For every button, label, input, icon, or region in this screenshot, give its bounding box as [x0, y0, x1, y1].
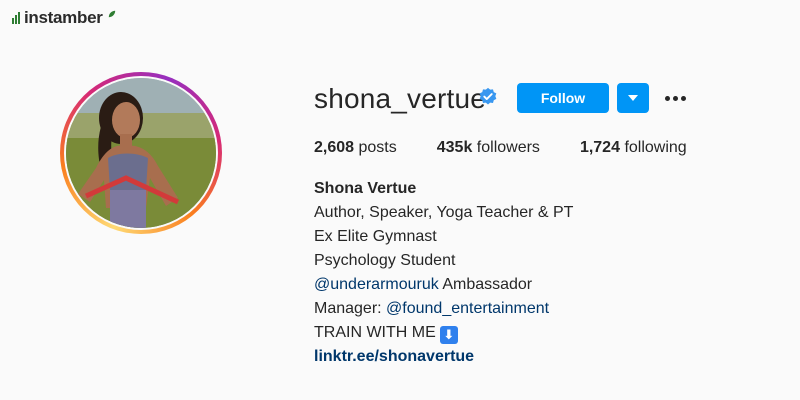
bio-line: TRAIN WITH ME ⬇	[314, 321, 573, 345]
external-link[interactable]: linktr.ee/shonavertue	[314, 348, 474, 365]
profile-photo-illustration	[66, 78, 216, 228]
username: shona_vertue	[314, 83, 487, 114]
chevron-down-icon	[628, 95, 638, 101]
bio-line: Manager: @found_entertainment	[314, 300, 550, 317]
posts-count: 2,608 posts	[314, 139, 397, 156]
leaf-icon	[108, 10, 115, 18]
profile-stats: 2,608 posts 435k followers 1,724 followi…	[314, 138, 727, 158]
profile-photo[interactable]	[66, 78, 216, 228]
bio-line: Author, Speaker, Yoga Teacher & PT	[314, 204, 574, 221]
bio-line: Psychology Student	[314, 252, 456, 269]
follow-button[interactable]: Follow	[517, 83, 609, 113]
brand-name: instamber	[24, 8, 103, 27]
more-options-icon	[664, 95, 670, 101]
mention-link[interactable]: @underarmouruk	[314, 276, 439, 293]
bio-line: @underarmouruk Ambassador	[314, 276, 533, 293]
full-name: Shona Vertue	[314, 180, 417, 197]
story-ring[interactable]	[60, 72, 222, 234]
bar-chart-icon	[12, 12, 20, 24]
following-count[interactable]: 1,724 following	[580, 138, 687, 158]
bio-line: linktr.ee/shonavertue	[314, 345, 573, 369]
instamber-logo[interactable]: instamber	[12, 8, 116, 28]
mention-link[interactable]: @found_entertainment	[386, 300, 549, 317]
verified-badge-icon	[479, 87, 497, 105]
suggested-accounts-dropdown-button[interactable]	[617, 83, 649, 113]
profile-bio: Shona Vertue Author, Speaker, Yoga Teach…	[314, 177, 573, 369]
bio-line: Ex Elite Gymnast	[314, 228, 437, 245]
down-arrow-icon: ⬇	[439, 326, 458, 344]
followers-count[interactable]: 435k followers	[437, 138, 540, 158]
more-options-button[interactable]	[662, 86, 688, 110]
